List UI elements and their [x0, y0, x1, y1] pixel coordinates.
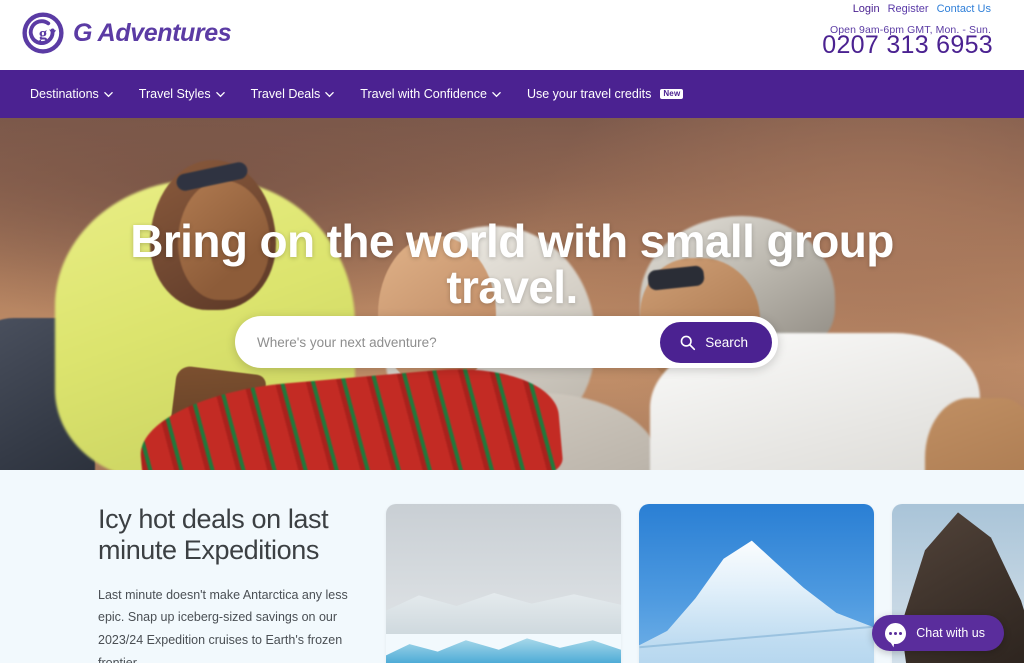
phone-number[interactable]: 0207 313 6953: [822, 31, 993, 60]
deals-section: Icy hot deals on last minute Expeditions…: [0, 470, 1024, 663]
chevron-down-icon: [492, 91, 501, 97]
chat-with-us-widget[interactable]: Chat with us: [872, 615, 1004, 651]
nav-item-destinations[interactable]: Destinations: [30, 87, 113, 101]
hero-banner: Bring on the world with small group trav…: [0, 118, 1024, 470]
nav-label: Destinations: [30, 87, 99, 101]
search-input[interactable]: [257, 334, 661, 350]
search-button-label: Search: [705, 334, 748, 350]
deals-title: Icy hot deals on last minute Expeditions: [98, 504, 329, 566]
chat-bubble-icon: [885, 622, 907, 644]
search-icon: [680, 335, 696, 350]
chat-widget-label: Chat with us: [916, 626, 985, 640]
hero-headline: Bring on the world with small group trav…: [130, 215, 894, 313]
deals-copy: Icy hot deals on last minute Expeditions…: [98, 504, 370, 663]
nav-item-travel-deals[interactable]: Travel Deals: [251, 87, 335, 101]
site-logo-wordmark: G Adventures: [73, 18, 232, 47]
deals-description: Last minute doesn't make Antarctica any …: [98, 587, 348, 663]
nav-label: Use your travel credits: [526, 87, 652, 101]
new-badge: New: [660, 88, 684, 100]
search-button[interactable]: Search: [660, 321, 772, 363]
chevron-down-icon: [215, 91, 225, 97]
nav-item-use-your-travel-credits[interactable]: Use your travel credits New: [526, 87, 684, 101]
chevron-down-icon: [325, 91, 335, 97]
contact-us-link[interactable]: Contact Us: [937, 3, 991, 15]
login-link[interactable]: Login: [853, 3, 880, 15]
nav-item-travel-with-confidence[interactable]: Travel with Confidence: [360, 87, 501, 101]
svg-text:g: g: [39, 24, 48, 43]
nav-label: Travel Deals: [250, 87, 321, 101]
utility-bar: g G Adventures Login Register Contact Us…: [0, 0, 1024, 70]
nav-label: Travel Styles: [138, 87, 211, 101]
chevron-down-icon: [104, 91, 113, 97]
register-link[interactable]: Register: [888, 3, 929, 15]
utility-links: Login Register Contact Us: [853, 3, 991, 15]
site-logo[interactable]: g G Adventures: [22, 12, 232, 54]
hero-search-bar: Search: [235, 316, 778, 368]
main-navigation: Destinations Travel Styles Travel Deals …: [0, 70, 1024, 118]
deal-card-glacier[interactable]: [386, 504, 621, 663]
nav-label: Travel with Confidence: [360, 87, 487, 101]
g-circle-arrow-logo-icon: g: [22, 12, 64, 54]
deal-card-iceberg[interactable]: [639, 504, 874, 663]
homepage: g G Adventures Login Register Contact Us…: [0, 0, 1024, 663]
nav-item-travel-styles[interactable]: Travel Styles: [139, 87, 225, 101]
